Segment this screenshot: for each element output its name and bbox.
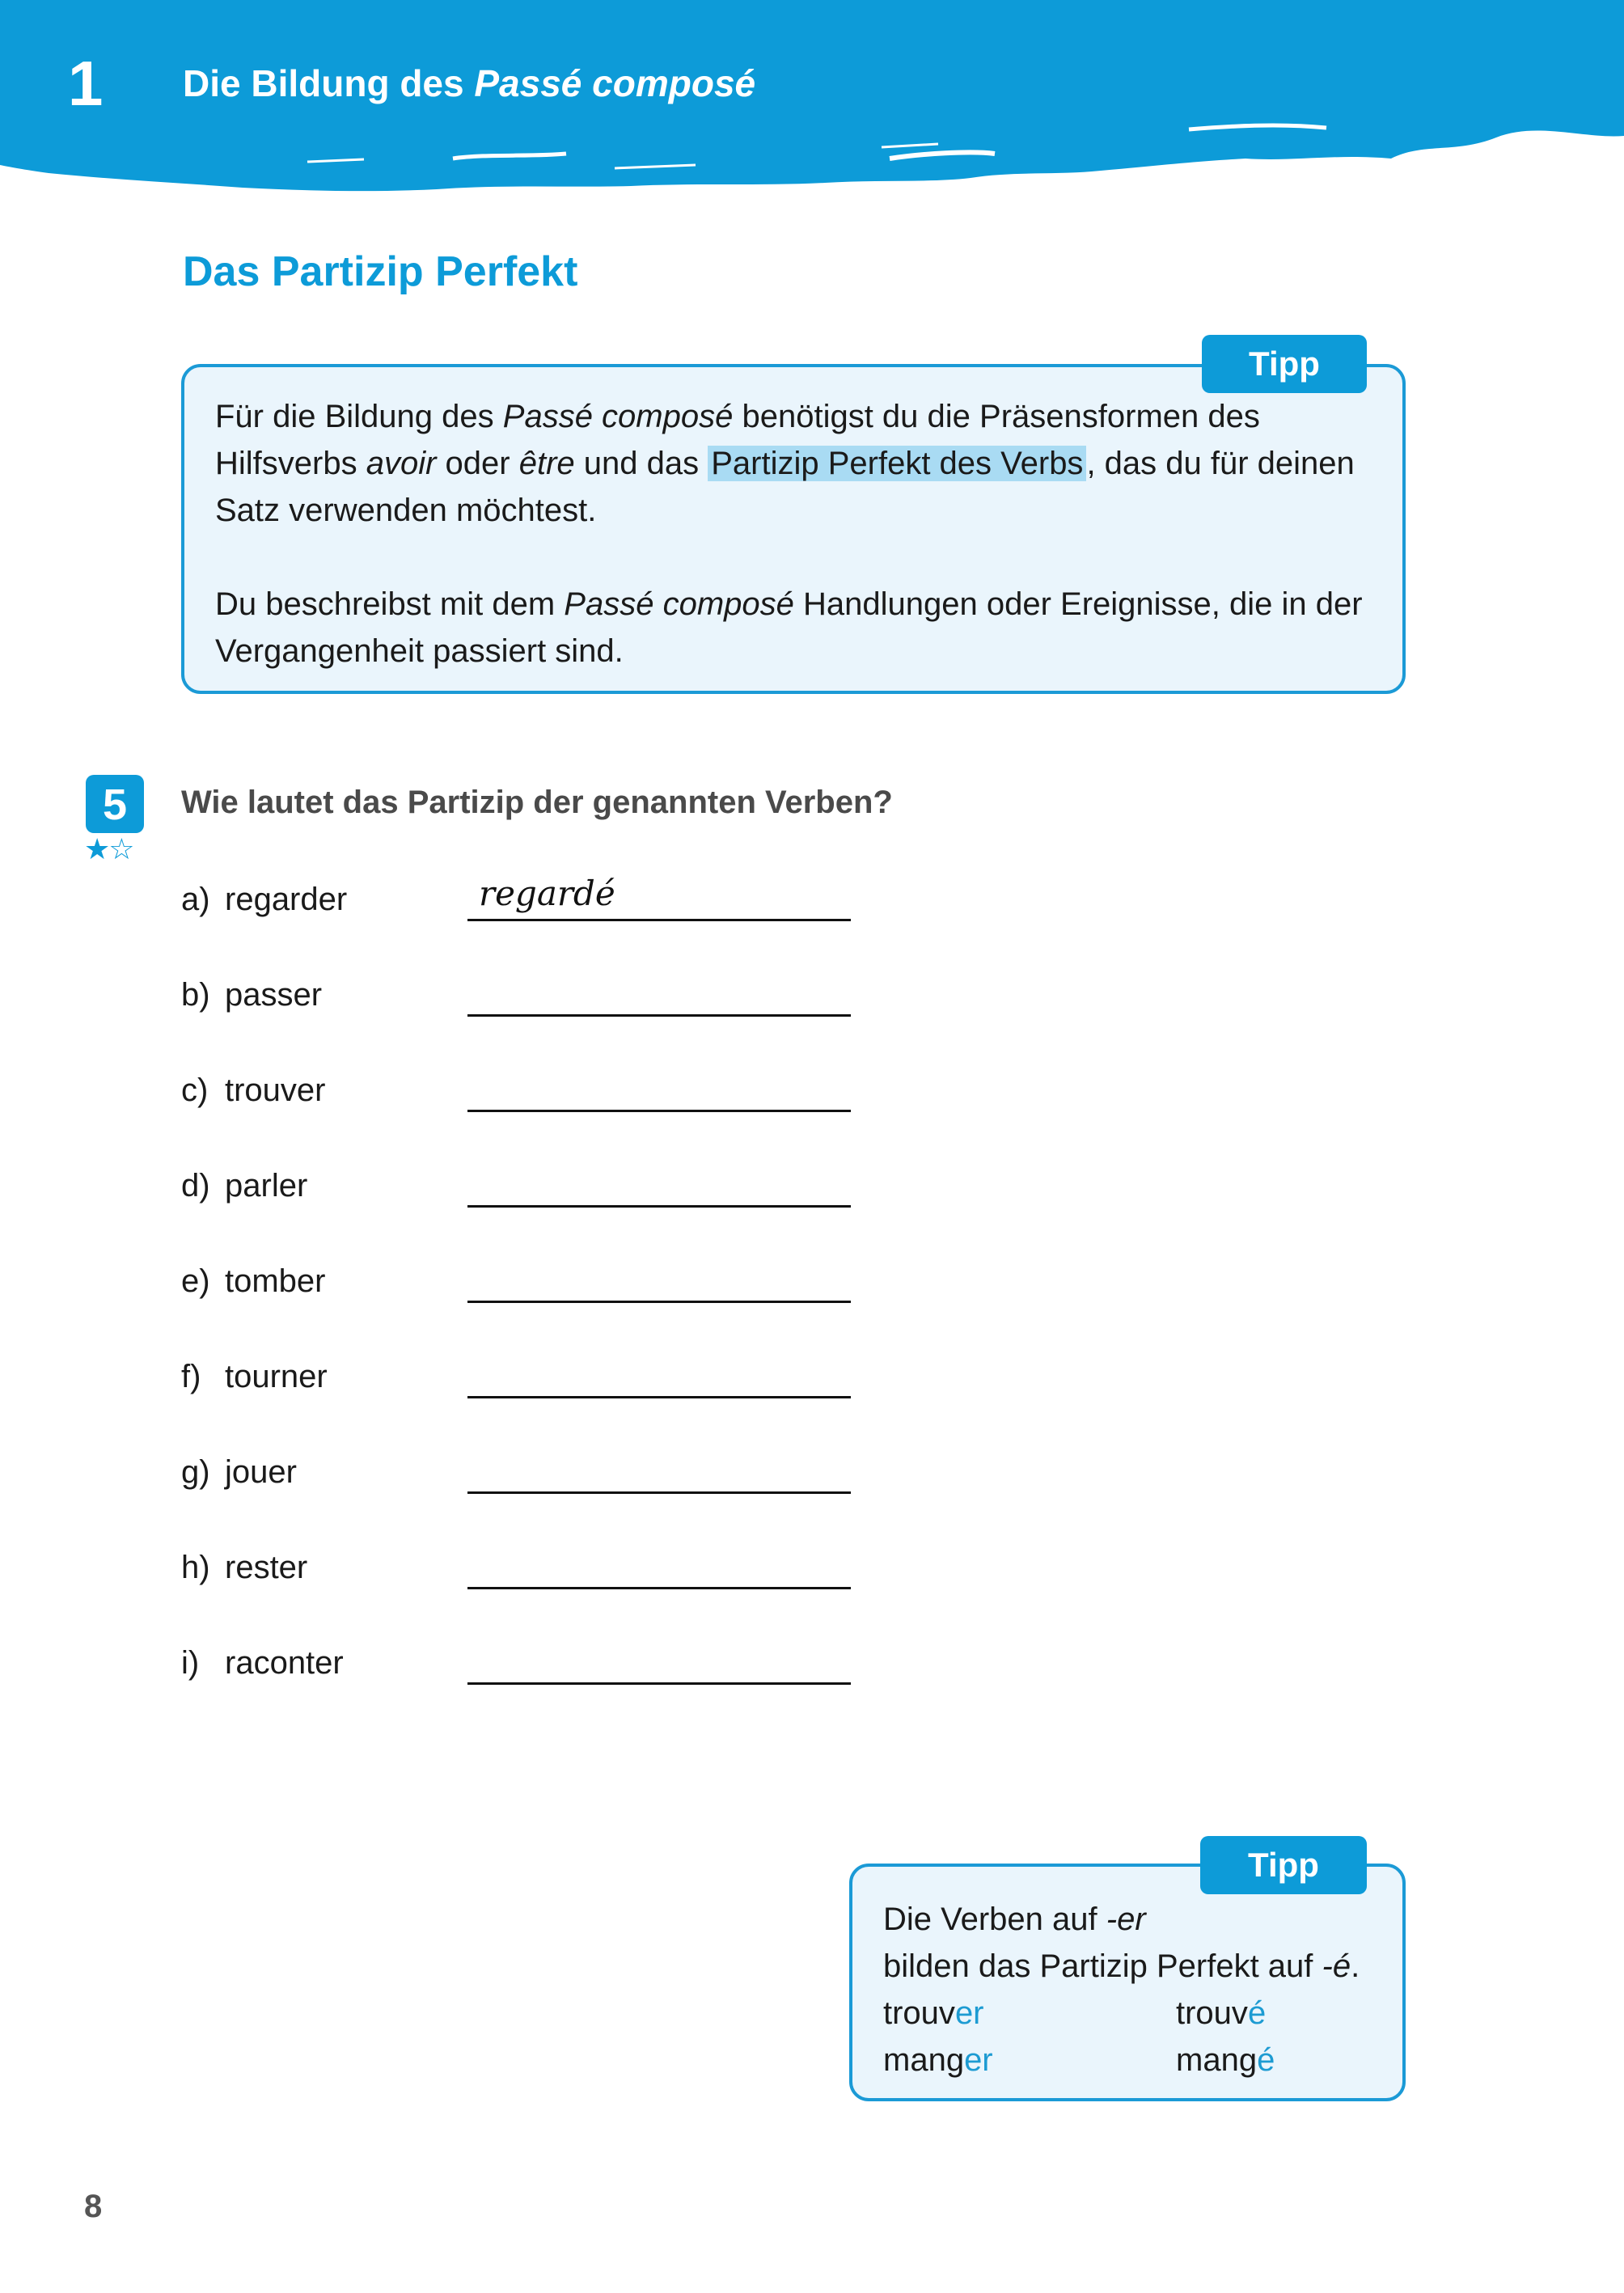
item-letter: g) bbox=[181, 1454, 210, 1490]
exercise-item: d) parler bbox=[181, 1170, 852, 1234]
answer-line bbox=[467, 1301, 851, 1303]
tip-line-1: Die Verben auf -er bbox=[883, 1896, 1401, 1943]
italic-term: Passé composé bbox=[564, 586, 794, 622]
item-verb: regarder bbox=[225, 882, 348, 917]
item-letter: e) bbox=[181, 1263, 210, 1299]
tip-box-partizip: Für die Bildung des Passé composé benöti… bbox=[181, 364, 1406, 694]
example-pair: trouver trouvé bbox=[883, 1990, 1401, 2037]
chapter-title-italic: Passé composé bbox=[474, 62, 756, 104]
text: Die Verben auf bbox=[883, 1902, 1106, 1937]
answer-line bbox=[467, 1587, 851, 1589]
answer-line bbox=[467, 1014, 851, 1017]
participle: trouvé bbox=[1176, 1995, 1267, 2031]
chapter-title: Die Bildung des Passé composé bbox=[183, 65, 755, 102]
tip-box-body: Die Verben auf -er bilden das Partizip P… bbox=[883, 1896, 1401, 2084]
text: Für die Bildung des bbox=[215, 399, 503, 434]
exercise-item: g) jouer bbox=[181, 1456, 852, 1521]
exercise-item: a) regarder regardé bbox=[181, 877, 852, 948]
item-verb: tourner bbox=[225, 1359, 328, 1394]
answer-line bbox=[467, 1682, 851, 1685]
exercise-item: b) passer bbox=[181, 979, 852, 1043]
item-verb: tomber bbox=[225, 1263, 326, 1299]
participle: mangé bbox=[1176, 2042, 1275, 2078]
italic-term: -é bbox=[1322, 1948, 1351, 1984]
exercise-number-badge: 5 bbox=[86, 775, 144, 833]
italic-term: être bbox=[518, 446, 575, 481]
item-verb: parler bbox=[225, 1168, 308, 1204]
item-verb: raconter bbox=[225, 1645, 344, 1681]
exercise-item: h) rester bbox=[181, 1551, 852, 1616]
item-letter: d) bbox=[181, 1168, 210, 1204]
text: oder bbox=[436, 446, 519, 481]
item-verb: trouver bbox=[225, 1072, 326, 1108]
item-letter: f) bbox=[181, 1359, 201, 1394]
highlighted-term: Partizip Perfekt des Verbs bbox=[708, 446, 1087, 481]
answer-line bbox=[467, 1396, 851, 1398]
text: . bbox=[1351, 1948, 1360, 1984]
answer-field[interactable]: regardé bbox=[479, 877, 615, 911]
example-pair: manger mangé bbox=[883, 2037, 1401, 2084]
item-letter: h) bbox=[181, 1550, 210, 1585]
item-verb: passer bbox=[225, 977, 323, 1013]
section-title: Das Partizip Perfekt bbox=[183, 248, 578, 295]
italic-term: -er bbox=[1106, 1902, 1146, 1937]
text: bilden das Partizip Perfekt auf bbox=[883, 1948, 1322, 1984]
text: und das bbox=[574, 446, 708, 481]
item-verb: rester bbox=[225, 1550, 308, 1585]
italic-term: avoir bbox=[366, 446, 437, 481]
tip-paragraph-1: Für die Bildung des Passé composé benöti… bbox=[215, 393, 1380, 534]
answer-line bbox=[467, 1491, 851, 1494]
difficulty-stars-icon: ★☆ bbox=[84, 832, 135, 865]
answer-line bbox=[467, 1205, 851, 1208]
infinitive: manger bbox=[883, 2042, 993, 2078]
italic-term: Passé composé bbox=[502, 399, 734, 434]
item-verb: jouer bbox=[225, 1454, 297, 1490]
text: Du beschreibst mit dem bbox=[215, 586, 565, 622]
infinitive: trouver bbox=[883, 1995, 984, 2031]
tip-paragraph-2: Du beschreibst mit dem Passé composé Han… bbox=[215, 581, 1380, 675]
tip-box-er-verbs: Die Verben auf -er bilden das Partizip P… bbox=[849, 1864, 1406, 2101]
answer-line bbox=[467, 1110, 851, 1112]
exercise-item: e) tomber bbox=[181, 1265, 852, 1330]
exercise-question: Wie lautet das Partizip der genannten Ve… bbox=[181, 785, 893, 820]
exercise-item: i) raconter bbox=[181, 1647, 852, 1711]
item-letter: b) bbox=[181, 977, 210, 1013]
item-letter: a) bbox=[181, 882, 210, 917]
tip-line-2: bilden das Partizip Perfekt auf -é. bbox=[883, 1943, 1401, 1990]
tip-tab-label: Tipp bbox=[1200, 1836, 1367, 1894]
tip-box-body: Für die Bildung des Passé composé benöti… bbox=[215, 393, 1380, 675]
chapter-header: 1 Die Bildung des Passé composé bbox=[0, 0, 1624, 194]
chapter-title-text: Die Bildung des bbox=[183, 62, 475, 104]
item-letter: i) bbox=[181, 1645, 200, 1681]
answer-line bbox=[467, 919, 851, 921]
exercise-item: f) tourner bbox=[181, 1360, 852, 1425]
exercise-item: c) trouver bbox=[181, 1074, 852, 1139]
tip-tab-label: Tipp bbox=[1202, 335, 1367, 393]
page-number: 8 bbox=[84, 2189, 103, 2224]
item-letter: c) bbox=[181, 1072, 209, 1108]
chapter-number: 1 bbox=[68, 48, 104, 119]
